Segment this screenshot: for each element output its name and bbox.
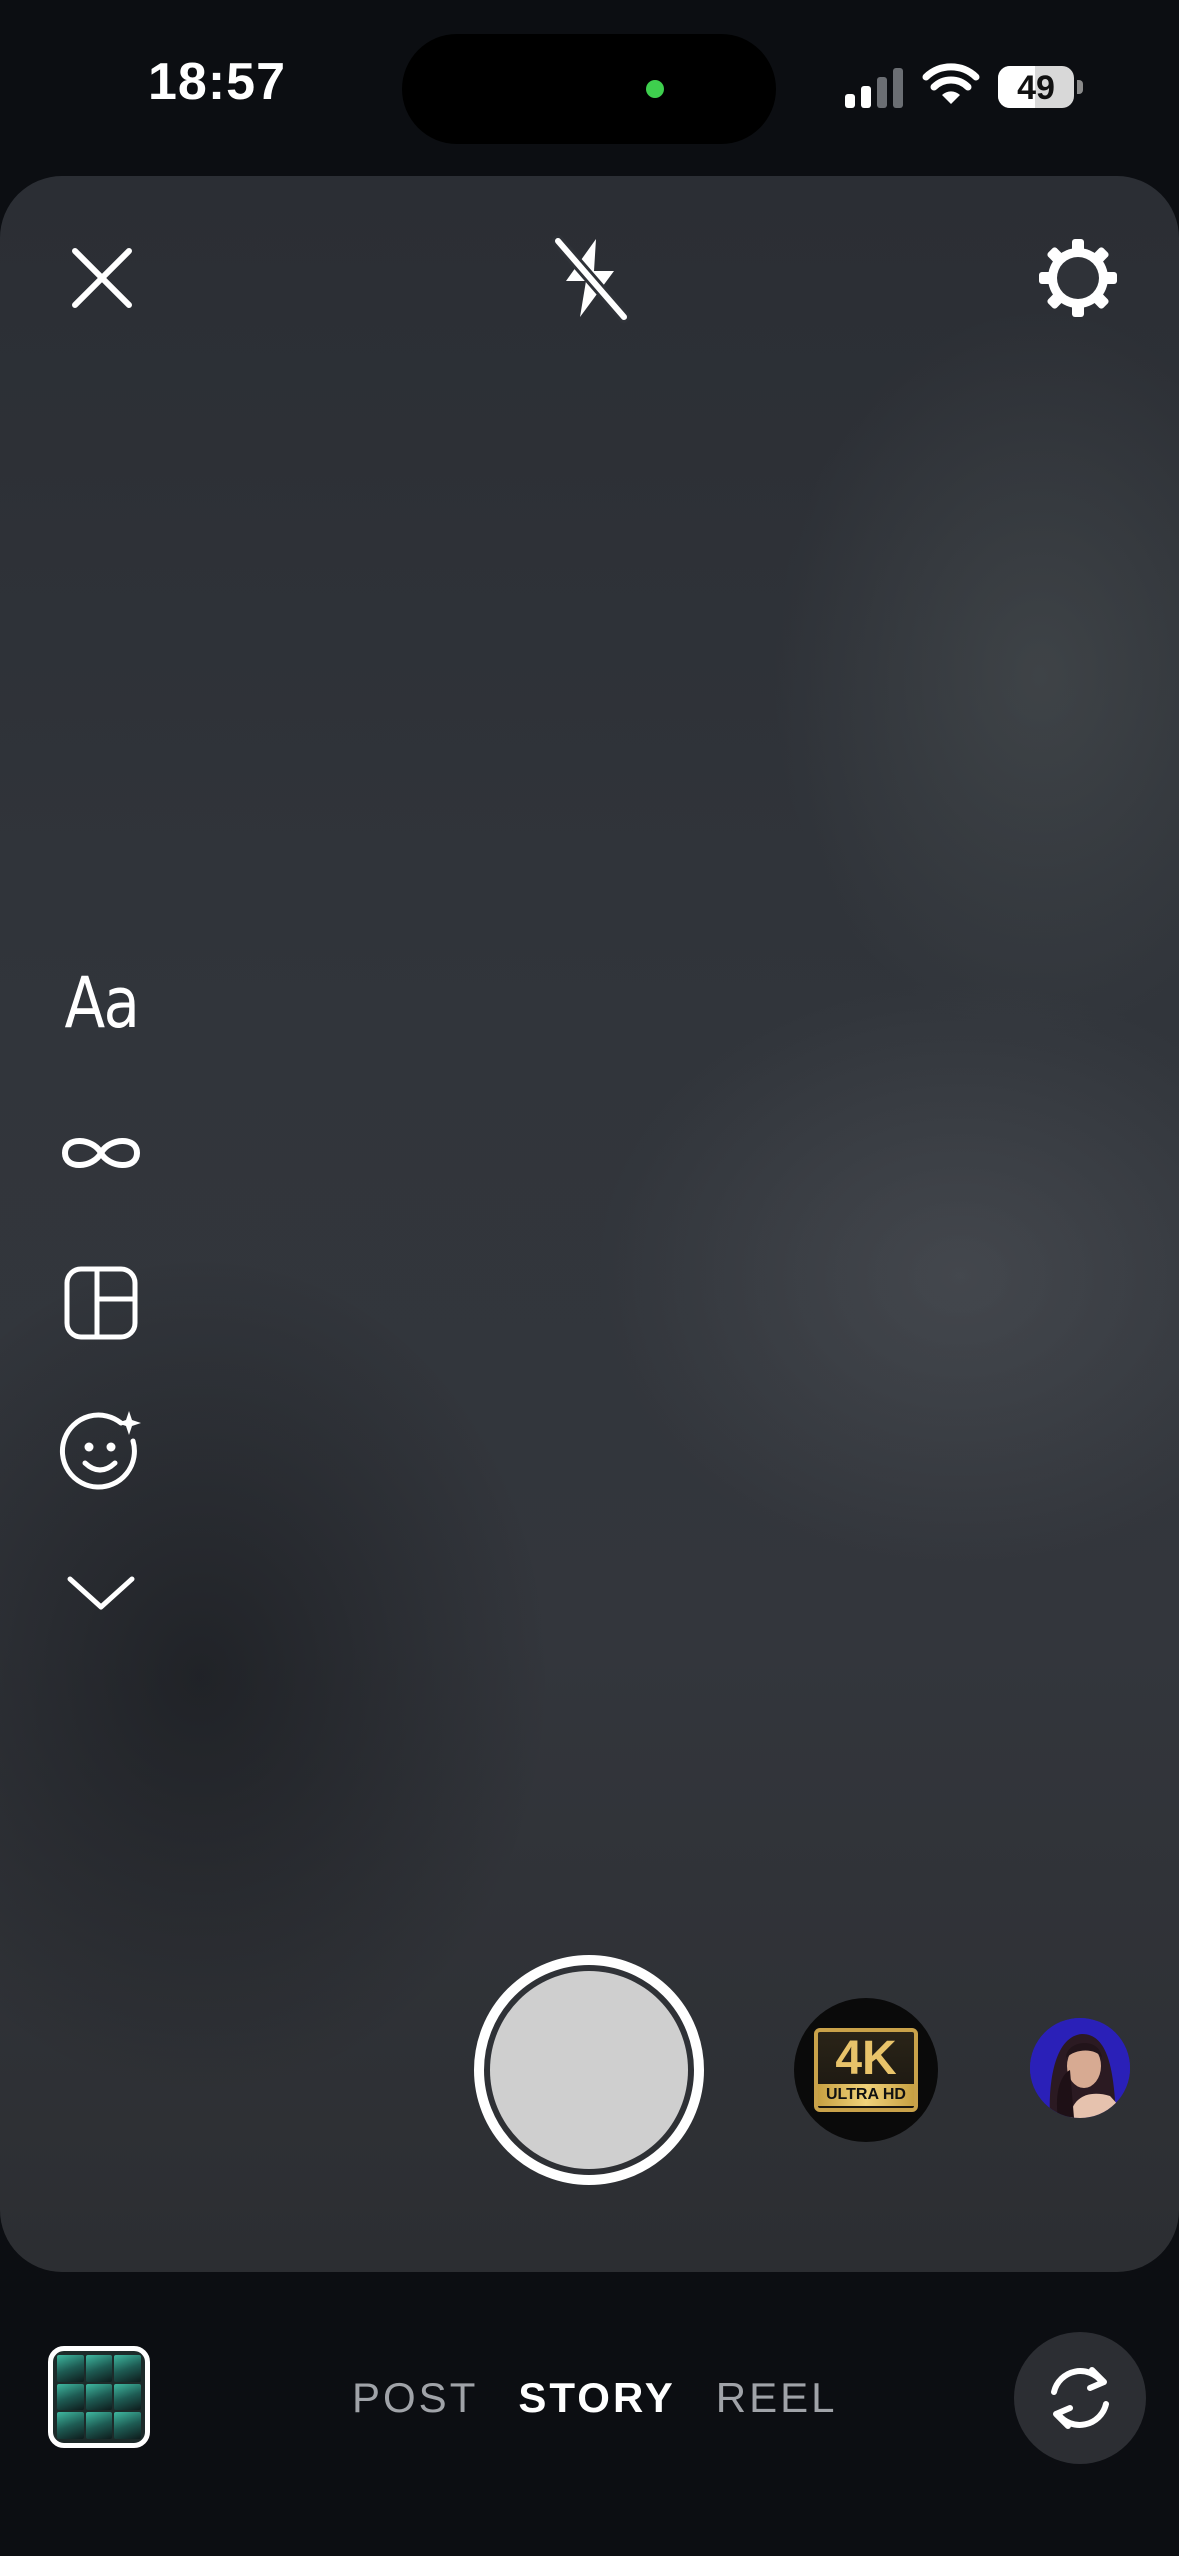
text-tool-label: Aa: [64, 962, 139, 1044]
mode-story[interactable]: STORY: [518, 2374, 675, 2422]
wifi-icon: [922, 63, 980, 104]
effect-4k-badge: 4K ULTRA HD: [814, 2028, 918, 2112]
effect-4k-sublabel: ULTRA HD: [818, 2084, 914, 2106]
infinity-icon: [61, 1138, 141, 1168]
close-icon: [72, 248, 132, 308]
gallery-thumbnail: [53, 2351, 145, 2443]
flip-camera-button[interactable]: [1014, 2332, 1146, 2464]
ar-effects-tool[interactable]: [52, 1402, 150, 1500]
portrait-avatar-image: [1030, 2018, 1130, 2118]
create-text-tool[interactable]: Aa: [52, 954, 150, 1052]
flip-camera-icon: [1051, 2367, 1109, 2429]
shutter-button[interactable]: [474, 1955, 704, 2185]
boomerang-tool[interactable]: [52, 1104, 150, 1202]
battery-indicator: 49: [998, 66, 1074, 108]
portrait-effect-avatar[interactable]: [1030, 2018, 1130, 2118]
chevron-down-icon: [67, 1576, 135, 1610]
dynamic-island: [402, 34, 776, 144]
more-tools-button[interactable]: [52, 1544, 150, 1642]
battery-nub: [1077, 80, 1083, 94]
status-time: 18:57: [148, 53, 286, 111]
mode-post[interactable]: POST: [352, 2374, 478, 2422]
layout-icon: [64, 1266, 138, 1340]
battery-percent: 49: [1017, 69, 1055, 107]
close-button[interactable]: [60, 236, 144, 320]
camera-in-use-indicator: [646, 80, 664, 98]
shutter-inner: [490, 1971, 688, 2169]
camera-screen: 18:57 49 Aa 4K ULTRA HD POST STORY REEL: [0, 0, 1179, 2556]
effect-4k-label: 4K: [835, 2032, 897, 2085]
gear-icon: [1039, 239, 1117, 317]
layout-tool[interactable]: [52, 1254, 150, 1352]
cellular-signal-icon: [845, 68, 903, 108]
gallery-button[interactable]: [48, 2346, 150, 2448]
effect-4k-ultra-hd[interactable]: 4K ULTRA HD: [794, 1998, 938, 2142]
flash-toggle-button[interactable]: [544, 232, 636, 324]
mode-selector: POST STORY REEL: [352, 2370, 837, 2426]
mode-reel[interactable]: REEL: [716, 2374, 838, 2422]
camera-settings-button[interactable]: [1032, 232, 1124, 324]
smile-sparkle-icon: [59, 1411, 141, 1490]
camera-viewfinder[interactable]: Aa 4K ULTRA HD: [0, 176, 1179, 2272]
flash-off-icon: [552, 235, 630, 323]
